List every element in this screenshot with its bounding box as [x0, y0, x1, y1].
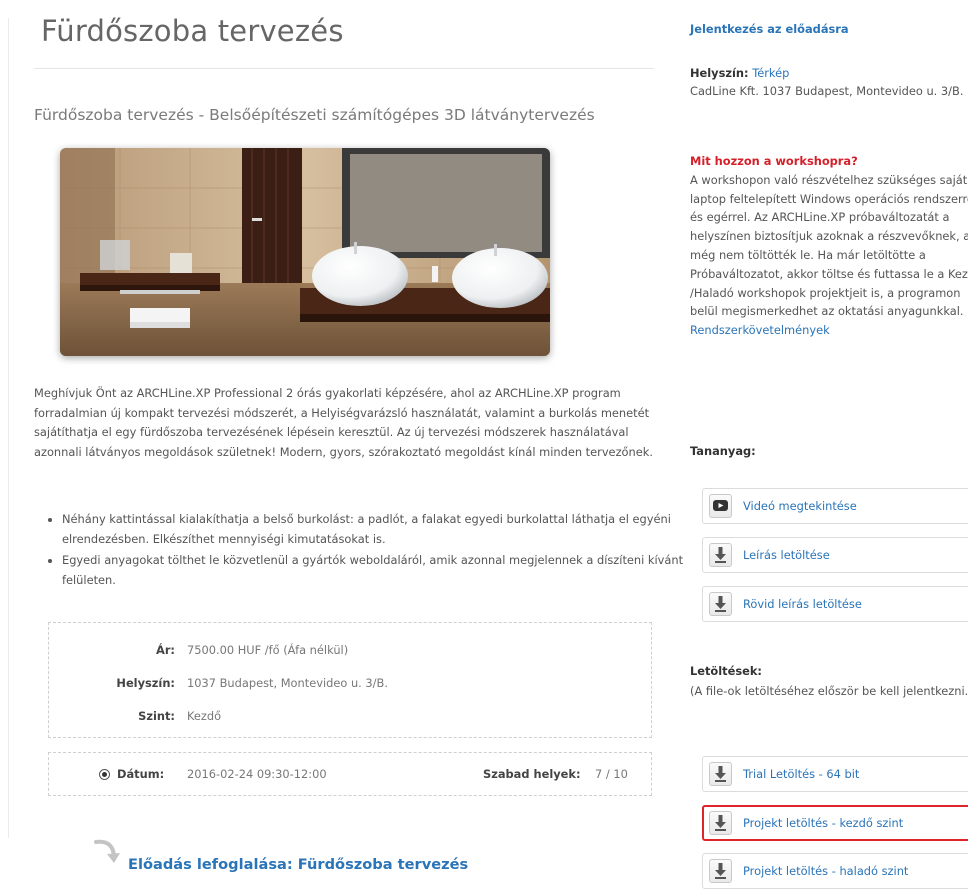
title-divider	[34, 68, 654, 69]
venue-value: 1037 Budapest, Montevideo u. 3/B.	[187, 676, 388, 690]
requirements-text: A workshopon való részvételhez szükséges…	[690, 172, 968, 319]
sidebar-venue-address: CadLine Kft. 1037 Budapest, Montevideo u…	[690, 84, 964, 98]
free-seats-value: 7 / 10	[595, 767, 628, 781]
video-play-icon	[709, 494, 732, 518]
curved-arrow-icon	[94, 839, 120, 863]
venue-label: Helyszín:	[116, 676, 175, 690]
level-value: Kezdő	[187, 709, 222, 723]
intro-paragraph: Meghívjuk Önt az ARCHLine.XP Professiona…	[34, 386, 653, 459]
short-description-download-button[interactable]: Rövid leírás letöltése	[702, 586, 968, 622]
beginner-project-download-button[interactable]: Projekt letöltés - kezdő szint	[702, 805, 968, 841]
left-border	[8, 18, 9, 838]
downloads-heading: Letöltések:	[690, 664, 762, 678]
download-icon	[709, 543, 732, 567]
requirements-heading: Mit hozzon a workshopra?	[690, 154, 858, 168]
download-icon	[709, 811, 732, 835]
trial-download-label: Trial Letöltés - 64 bit	[743, 767, 860, 781]
page-subtitle: Fürdőszoba tervezés - Belsőépítészeti sz…	[34, 106, 595, 124]
short-description-download-label: Rövid leírás letöltése	[743, 597, 862, 611]
description-download-button[interactable]: Leírás letöltése	[702, 537, 968, 573]
advanced-project-download-label: Projekt letöltés - haladó szint	[743, 864, 909, 878]
date-selection-box: Dátum: 2016-02-24 09:30-12:00 Szabad hel…	[48, 752, 652, 796]
downloads-note: (A file-ok letöltéséhez először be kell …	[690, 684, 968, 698]
date-label: Dátum:	[117, 767, 165, 781]
feature-list: Néhány kattintással kialakíthatja a bels…	[34, 510, 686, 592]
description-download-label: Leírás letöltése	[743, 548, 830, 562]
price-value: 7500.00 HUF /fő (Áfa nélkül)	[187, 643, 349, 657]
free-seats-label: Szabad helyek:	[483, 767, 581, 781]
trial-download-button[interactable]: Trial Letöltés - 64 bit	[702, 756, 968, 792]
workshop-requirements: Mit hozzon a workshopra? A workshopon va…	[690, 152, 968, 340]
course-info-box: Ár: 7500.00 HUF /fő (Áfa nélkül) Helyszí…	[48, 622, 652, 738]
feature-item: Néhány kattintással kialakíthatja a bels…	[62, 510, 686, 549]
sidebar-venue: Helyszín: Térkép CadLine Kft. 1037 Budap…	[690, 64, 968, 100]
page-title: Fürdőszoba tervezés	[41, 14, 344, 48]
date-radio-button[interactable]	[99, 769, 110, 780]
register-link[interactable]: Jelentkezés az előadásra	[690, 22, 849, 36]
video-button-label: Videó megtekintése	[743, 499, 857, 513]
beginner-project-download-label: Projekt letöltés - kezdő szint	[743, 816, 904, 830]
material-heading: Tananyag:	[690, 444, 756, 458]
feature-item: Egyedi anyagokat tölthet le közvetlenül …	[62, 551, 686, 590]
download-icon	[709, 592, 732, 616]
map-link[interactable]: Térkép	[752, 66, 789, 80]
bathroom-render-image	[60, 148, 550, 356]
video-button[interactable]: Videó megtekintése	[702, 488, 968, 524]
booking-link[interactable]: Előadás lefoglalása: Fürdőszoba tervezés	[128, 856, 468, 873]
sidebar-venue-label: Helyszín:	[690, 66, 749, 80]
level-label: Szint:	[138, 709, 175, 723]
date-value: 2016-02-24 09:30-12:00	[187, 767, 327, 781]
advanced-project-download-button[interactable]: Projekt letöltés - haladó szint	[702, 853, 968, 889]
download-icon	[709, 859, 732, 883]
system-requirements-link[interactable]: Rendszerkövetelmények	[690, 323, 830, 337]
download-icon	[709, 762, 732, 786]
price-label: Ár:	[156, 643, 175, 657]
